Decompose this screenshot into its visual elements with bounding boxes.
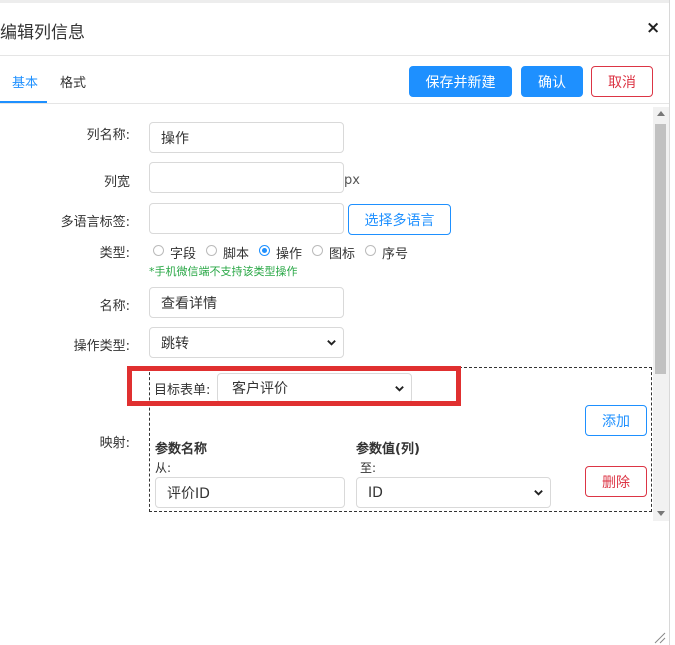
name-input[interactable]: 查看详情: [149, 287, 344, 318]
scroll-up-icon[interactable]: [657, 111, 665, 116]
multilang-input[interactable]: [149, 203, 344, 234]
column-width-unit: px: [344, 173, 360, 188]
scrollbar[interactable]: [653, 107, 669, 521]
type-label: 类型:: [99, 246, 130, 261]
select-multilang-button[interactable]: 选择多语言: [348, 204, 451, 235]
confirm-button[interactable]: 确认: [521, 66, 583, 97]
radio-field[interactable]: [153, 245, 164, 256]
chevron-down-icon: [327, 340, 336, 346]
action-type-select[interactable]: 跳转: [149, 327, 344, 358]
chevron-down-icon: [534, 490, 543, 496]
radio-action[interactable]: [259, 245, 270, 256]
dialog-title: 编辑列信息: [0, 23, 85, 43]
radio-serial[interactable]: [365, 245, 376, 256]
from-label: 从:: [155, 461, 172, 475]
tabs-divider: [0, 103, 669, 104]
radio-field-label: 字段: [170, 247, 197, 262]
type-hint: *手机微信端不支持该类型操作: [149, 265, 298, 278]
column-name-input[interactable]: 操作: [149, 122, 344, 153]
param-value-header: 参数值(列): [356, 442, 420, 457]
header-divider: [0, 55, 669, 56]
to-label: 至:: [360, 461, 377, 475]
radio-icon[interactable]: [312, 245, 323, 256]
close-icon[interactable]: ×: [646, 18, 660, 38]
column-width-input[interactable]: [149, 162, 344, 193]
save-and-new-button[interactable]: 保存并新建: [409, 66, 512, 97]
radio-script-label: 脚本: [223, 247, 250, 262]
radio-serial-label: 序号: [382, 247, 409, 262]
action-type-value: 跳转: [161, 335, 189, 352]
scroll-down-icon[interactable]: [657, 511, 665, 516]
highlight-box: [127, 366, 461, 406]
action-type-label: 操作类型:: [73, 339, 130, 354]
delete-mapping-button[interactable]: 删除: [585, 466, 647, 497]
cancel-button[interactable]: 取消: [591, 66, 653, 97]
param-name-header: 参数名称: [155, 442, 208, 457]
edit-column-dialog: 编辑列信息 × 基本 格式 保存并新建 确认 取消 列名称: 操作 列宽 px …: [0, 0, 670, 645]
column-name-label: 列名称:: [86, 128, 130, 143]
resize-handle-icon[interactable]: [652, 630, 666, 644]
top-border: [0, 0, 669, 3]
mapping-label: 映射:: [99, 436, 130, 451]
param-name-input[interactable]: 评价ID: [155, 477, 345, 508]
param-value-select[interactable]: ID: [356, 477, 551, 508]
scrollbar-thumb[interactable]: [655, 124, 666, 374]
multilang-label: 多语言标签:: [60, 215, 130, 230]
name-label: 名称:: [99, 299, 130, 314]
tab-format[interactable]: 格式: [60, 72, 86, 91]
add-mapping-button[interactable]: 添加: [585, 405, 647, 436]
param-value-value: ID: [368, 484, 383, 501]
tab-basic[interactable]: 基本: [12, 72, 38, 91]
radio-action-label: 操作: [276, 247, 303, 262]
radio-icon-label: 图标: [329, 247, 356, 262]
radio-script[interactable]: [206, 245, 217, 256]
column-width-label: 列宽: [103, 175, 130, 190]
